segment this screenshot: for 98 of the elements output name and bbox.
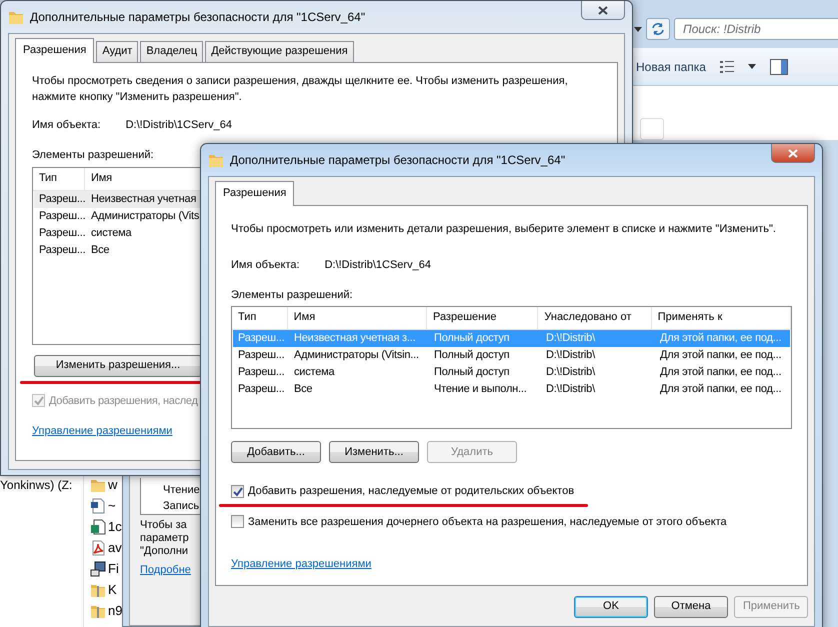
tab[interactable]: Аудит xyxy=(96,41,138,62)
list-cell-text: Все xyxy=(293,382,314,397)
section-label: Элементы разрешений: xyxy=(32,148,154,162)
object-label: Имя объекта: xyxy=(32,118,101,132)
text-line: параметр xyxy=(140,532,190,545)
column-header[interactable]: Разрешение xyxy=(426,306,538,328)
object-label: Имя объекта: xyxy=(231,258,300,272)
folder-icon xyxy=(8,9,24,25)
tab[interactable]: Действующие разрешения xyxy=(205,41,354,62)
file-name[interactable]: 1c xyxy=(108,516,122,536)
list-cell-text: Для этой папки, ее под... xyxy=(659,348,782,363)
text-line: Чтобы за xyxy=(140,519,188,532)
file-name[interactable]: av xyxy=(108,538,122,558)
tab[interactable]: Разрешения xyxy=(15,38,94,62)
close-icon xyxy=(598,6,608,14)
list-cell-text: Чтение и выполн... xyxy=(433,382,528,397)
view-icon[interactable] xyxy=(720,60,734,72)
close-button[interactable] xyxy=(581,1,625,20)
section-label: Элементы разрешений: xyxy=(231,288,353,302)
window-title: Дополнительные параметры безопасности для "1CServ_64" xyxy=(30,9,366,26)
manage-permissions-link[interactable]: Управление разрешениями xyxy=(32,423,172,440)
list-cell-text: Для этой папки, ее под... xyxy=(659,382,782,397)
list-cell-text: Неизвестная учетная з... xyxy=(293,330,416,346)
close-button[interactable] xyxy=(771,144,815,163)
list-cell-text: Разреш... xyxy=(38,192,86,207)
column-header[interactable]: Имя xyxy=(288,306,427,328)
dialog-button[interactable]: Отмена xyxy=(654,596,728,618)
checkbox[interactable] xyxy=(231,484,244,498)
drive-item[interactable]: Yonkinws) (Z: xyxy=(0,476,83,494)
change-permissions-button[interactable]: Изменить разрешения... xyxy=(34,354,202,376)
caret-icon[interactable] xyxy=(748,64,756,69)
list-cell-text: Разреш... xyxy=(237,330,286,346)
list-cell-text: Неизвестная учетная xyxy=(90,192,196,207)
list-row[interactable]: Разреш... Все Чтение и выполн... D:\!Distrib\ Для этой папки, ее под... xyxy=(233,380,790,398)
pdf-icon xyxy=(90,540,106,556)
list-row[interactable]: Разреш... Администраторы (Vitsin... Полный доступ D:\!Distrib\ Для этой папки, ее под... xyxy=(233,346,790,364)
button-outline xyxy=(640,118,664,140)
column-header[interactable]: Применять к xyxy=(652,306,792,328)
list-cell-text: Разреш... xyxy=(237,364,286,380)
caret-icon[interactable] xyxy=(634,26,642,32)
list-cell-text: Для этой папки, ее под... xyxy=(659,330,782,346)
search-field[interactable]: Поиск: !Distrib xyxy=(674,18,838,40)
column-header[interactable]: Тип xyxy=(33,168,85,190)
dialog-button[interactable]: OK xyxy=(574,596,648,618)
new-folder-button[interactable]: Новая папка xyxy=(636,58,706,76)
column-header[interactable]: Унаследовано от xyxy=(538,306,652,328)
file-name[interactable]: Fi xyxy=(108,558,119,578)
description-line: Чтобы просмотреть сведения о записи разрешения, дважды щелкните ее. Чтобы изменить разрешения, xyxy=(32,74,568,88)
list-cell-text: D:\!Distrib\ xyxy=(545,330,596,346)
checkbox-label: Добавить разрешения, наслед xyxy=(49,394,198,408)
document-icon xyxy=(90,498,106,514)
application-icon xyxy=(90,518,106,534)
action-button[interactable]: Изменить... xyxy=(329,441,419,463)
close-icon xyxy=(788,148,798,158)
list-item[interactable]: Запись xyxy=(163,498,200,514)
window-title: Дополнительные параметры безопасности для "1CServ_64" xyxy=(230,152,566,169)
list-cell-text: Разреш... xyxy=(237,382,286,397)
file-name[interactable]: n9 xyxy=(108,600,122,620)
list-cell-text: Администраторы (Vitsin... xyxy=(293,348,420,363)
description-line: нажмите кнопку "Изменить разрешения". xyxy=(32,90,243,104)
refresh-icon xyxy=(651,23,665,35)
permissions-list[interactable] xyxy=(231,306,792,429)
checkbox[interactable] xyxy=(231,515,244,528)
list-item[interactable]: Чтение xyxy=(163,482,200,498)
list-cell-text: D:\!Distrib\ xyxy=(545,382,596,397)
refresh-button[interactable] xyxy=(646,18,670,40)
action-button[interactable]: Добавить... xyxy=(231,441,321,463)
list-cell-text: Для этой папки, ее под... xyxy=(659,364,782,380)
list-cell-text: Разреш... xyxy=(38,242,86,258)
tab[interactable]: Разрешения xyxy=(215,181,294,206)
file-name[interactable]: w xyxy=(108,474,118,494)
file-name[interactable]: K xyxy=(108,580,117,600)
file-name[interactable]: ~ xyxy=(108,496,116,516)
checkbox-label: Добавить разрешения, наследуемые от родительских объектов xyxy=(248,484,574,499)
manage-permissions-link[interactable]: Управление разрешениями xyxy=(231,556,372,572)
preview-pane-icon[interactable] xyxy=(770,58,788,74)
list-row[interactable]: Разреш... система Полный доступ D:\!Distrib\ Для этой папки, ее под... xyxy=(233,364,790,380)
text-line: "Дополни xyxy=(140,545,190,558)
list-cell-text: Полный доступ xyxy=(433,348,510,363)
list-cell-text: D:\!Distrib\ xyxy=(545,348,596,363)
list-cell-text: Все xyxy=(90,242,110,258)
computer-icon xyxy=(90,560,106,576)
column-header[interactable]: Тип xyxy=(232,306,288,328)
list-cell-text: система xyxy=(293,364,336,380)
list-cell-text: D:\!Distrib\ xyxy=(545,364,596,380)
list-cell-text: Разреш... xyxy=(237,348,286,363)
folder-icon xyxy=(208,152,224,168)
list-cell-text: Администраторы (Vits xyxy=(90,208,200,224)
list-cell-text: Полный доступ xyxy=(433,364,510,380)
list-cell-text: Разреш... xyxy=(38,226,86,241)
object-path: D:\!Distrib\1CServ_64 xyxy=(324,258,431,272)
list-cell-text: Полный доступ xyxy=(433,330,510,346)
description-text: Чтобы просмотреть или изменить детали разрешения, выберите элемент в списке и нажмите "Изменить". xyxy=(231,222,776,236)
list-cell-text: система xyxy=(90,226,132,241)
checkbox-label: Заменить все разрешения дочернего объекта на разрешения, наследуемые от этого объекта xyxy=(248,514,727,530)
list-cell-text: Разреш... xyxy=(38,208,86,224)
object-path: D:\!Distrib\1CServ_64 xyxy=(126,118,232,132)
tab[interactable]: Владелец xyxy=(140,41,204,62)
